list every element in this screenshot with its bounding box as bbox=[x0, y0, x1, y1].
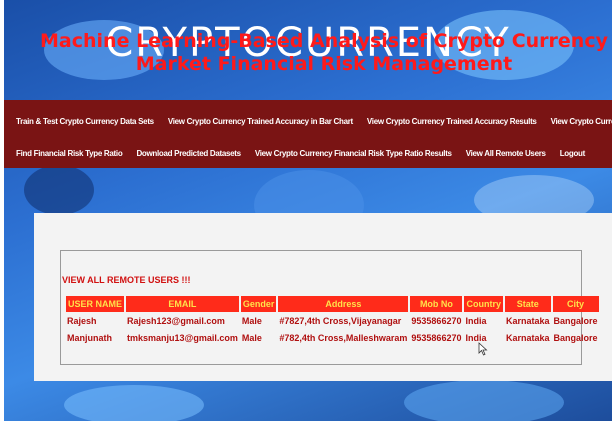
cell-state: Karnataka bbox=[505, 332, 550, 343]
header-banner: CRYPTOCURRENCY Machine Learning-Based An… bbox=[4, 0, 612, 100]
background-decoration bbox=[64, 385, 204, 421]
mouse-cursor-icon bbox=[478, 342, 488, 356]
background-decoration bbox=[24, 165, 94, 215]
column-header: Gender bbox=[240, 296, 277, 312]
nav-link-accuracy-bar-chart[interactable]: View Crypto Currency Trained Accuracy in… bbox=[168, 117, 353, 126]
table-header-row: USER NAME EMAIL Gender Address Mob No Co… bbox=[66, 296, 599, 312]
cell-gender: Male bbox=[241, 315, 262, 326]
cell-city: Bangalore bbox=[553, 315, 598, 326]
nav-link-risk-type[interactable]: View Crypto Currency Financial Risk Type bbox=[551, 117, 612, 126]
column-header: Mob No bbox=[410, 296, 463, 312]
table-row: Manjunath tmksmanju13@gmail.com Male #78… bbox=[66, 329, 599, 346]
nav-link-remote-users[interactable]: View All Remote Users bbox=[466, 149, 546, 158]
cell-state: Karnataka bbox=[505, 315, 550, 326]
column-header: Country bbox=[464, 296, 503, 312]
cell-email: Rajesh123@gmail.com bbox=[127, 315, 225, 326]
column-header: USER NAME bbox=[66, 296, 125, 312]
cell-city: Bangalore bbox=[553, 332, 598, 343]
main-nav: Train & Test Crypto Currency Data Sets V… bbox=[4, 100, 612, 168]
app-title: Machine Learning-Based Analysis of Crypt… bbox=[40, 30, 608, 75]
nav-link-risk-type-ratio[interactable]: Find Financial Risk Type Ratio bbox=[16, 149, 123, 158]
nav-link-train-test[interactable]: Train & Test Crypto Currency Data Sets bbox=[16, 117, 154, 126]
nav-row: Train & Test Crypto Currency Data Sets V… bbox=[4, 104, 612, 138]
table-row: Rajesh Rajesh123@gmail.com Male #7827,4t… bbox=[66, 312, 599, 329]
nav-link-accuracy-results[interactable]: View Crypto Currency Trained Accuracy Re… bbox=[367, 117, 537, 126]
cell-country: India bbox=[465, 315, 487, 326]
section-heading: VIEW ALL REMOTE USERS !!! bbox=[62, 275, 191, 285]
cell-gender: Male bbox=[241, 332, 262, 343]
column-header: City bbox=[552, 296, 599, 312]
column-header: EMAIL bbox=[126, 296, 239, 312]
nav-link-download-datasets[interactable]: Download Predicted Datasets bbox=[136, 149, 241, 158]
nav-link-logout[interactable]: Logout bbox=[560, 149, 586, 158]
cell-mobile: 9535866270 bbox=[411, 332, 462, 343]
cell-username: Manjunath bbox=[67, 332, 112, 343]
nav-row: Find Financial Risk Type Ratio Download … bbox=[4, 136, 612, 170]
cell-email: tmksmanju13@gmail.com bbox=[127, 332, 238, 343]
remote-users-table: USER NAME EMAIL Gender Address Mob No Co… bbox=[64, 296, 601, 346]
cell-username: Rajesh bbox=[67, 315, 97, 326]
column-header: Address bbox=[278, 296, 409, 312]
cell-address: #7827,4th Cross,Vijayanagar bbox=[279, 315, 402, 326]
background-decoration bbox=[404, 380, 564, 421]
cell-mobile: 9535866270 bbox=[411, 315, 462, 326]
nav-link-ratio-results[interactable]: View Crypto Currency Financial Risk Type… bbox=[255, 149, 452, 158]
column-header: State bbox=[504, 296, 551, 312]
cell-address: #782,4th Cross,Malleshwaram bbox=[279, 332, 408, 343]
